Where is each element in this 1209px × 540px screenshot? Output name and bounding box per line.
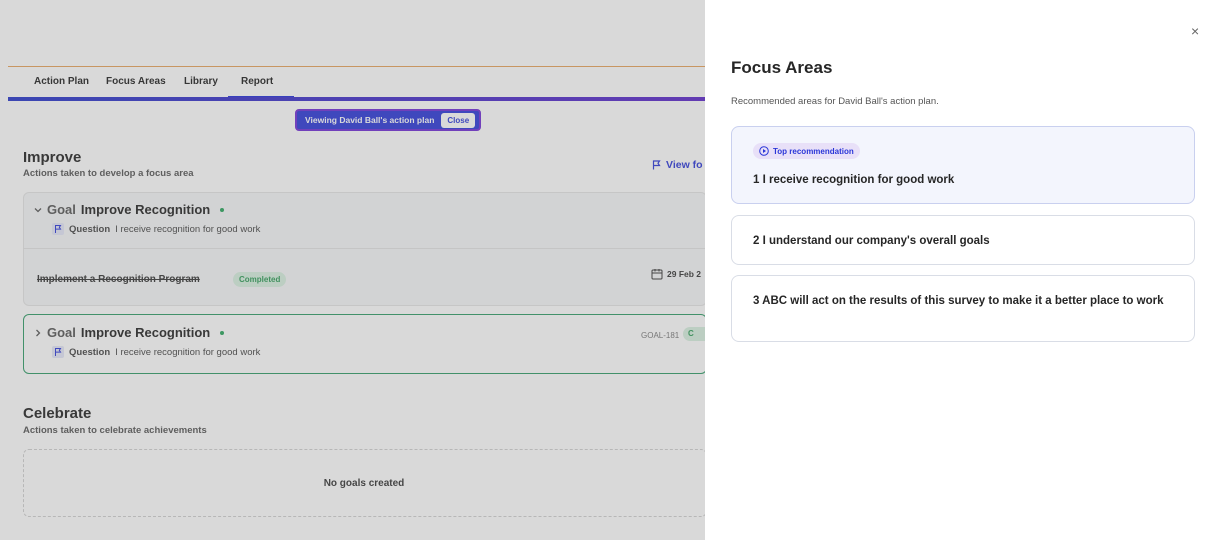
due-date-text: 29 Feb 2 bbox=[667, 269, 702, 279]
viewing-banner-text: Viewing David Ball's action plan bbox=[305, 115, 435, 125]
top-badge-label: Top recommendation bbox=[773, 146, 854, 156]
bottom-edge bbox=[0, 532, 705, 540]
view-link-label: View fo bbox=[666, 159, 703, 171]
improve-title: Improve bbox=[23, 149, 82, 166]
action-title[interactable]: Implement a Recognition Program bbox=[37, 274, 200, 285]
header-accent-bar bbox=[8, 97, 705, 101]
status-dot bbox=[220, 330, 225, 335]
tab-focus-areas[interactable]: Focus Areas bbox=[106, 76, 166, 87]
drawer-subtitle: Recommended areas for David Ball's actio… bbox=[731, 96, 939, 107]
status-dot bbox=[220, 207, 225, 212]
question-text: I receive recognition for good work bbox=[115, 346, 261, 358]
goal-question: Question I receive recognition for good … bbox=[52, 346, 260, 358]
divider bbox=[23, 248, 705, 249]
banner-close-button[interactable]: Close bbox=[441, 112, 476, 128]
status-badge: C bbox=[683, 327, 705, 341]
goal-id: GOAL-181 bbox=[641, 331, 680, 340]
drawer-title: Focus Areas bbox=[731, 58, 833, 77]
app-header bbox=[8, 8, 705, 67]
tab-bar: Action Plan Focus Areas Library Report bbox=[8, 67, 705, 99]
empty-goals-text: No goals created bbox=[323, 478, 405, 489]
question-text: I receive recognition for good work bbox=[115, 223, 261, 235]
left-edge bbox=[0, 0, 8, 540]
goal-name: Improve Recognition bbox=[80, 325, 211, 340]
flag-icon bbox=[652, 160, 661, 170]
chevron-right-icon bbox=[36, 329, 41, 336]
status-badge: Completed bbox=[233, 272, 287, 287]
goal-card[interactable] bbox=[23, 314, 707, 374]
question-label: Question bbox=[69, 223, 111, 235]
focus-area-label: 3 ABC will act on the results of this su… bbox=[753, 295, 1164, 307]
tab-action-plan[interactable]: Action Plan bbox=[34, 76, 89, 87]
focus-area-label: 1 I receive recognition for good work bbox=[753, 174, 955, 186]
view-focus-areas-link[interactable]: View fo bbox=[652, 159, 703, 171]
tab-library[interactable]: Library bbox=[184, 76, 218, 87]
goal-header[interactable]: Goal Improve Recognition bbox=[34, 202, 225, 217]
chevron-down-icon bbox=[34, 207, 42, 212]
viewing-banner: Viewing David Ball's action plan Close bbox=[295, 109, 482, 131]
flag-icon bbox=[52, 223, 64, 235]
goal-header[interactable]: Goal Improve Recognition bbox=[34, 325, 225, 340]
due-date: 29 Feb 2 bbox=[651, 268, 701, 280]
top-recommendation-badge: Top recommendation bbox=[753, 143, 860, 159]
close-icon[interactable]: × bbox=[1191, 24, 1199, 38]
flag-icon bbox=[52, 346, 64, 358]
focus-areas-drawer bbox=[705, 0, 1209, 540]
celebrate-subtitle: Actions taken to celebrate achievements bbox=[23, 425, 207, 436]
focus-area-card[interactable]: 3 ABC will act on the results of this su… bbox=[731, 275, 1195, 342]
goal-label: Goal bbox=[47, 325, 76, 340]
tab-report[interactable]: Report bbox=[241, 76, 273, 87]
focus-area-card[interactable]: 2 I understand our company's overall goa… bbox=[731, 215, 1195, 265]
play-circle-icon bbox=[759, 146, 769, 156]
goal-question: Question I receive recognition for good … bbox=[52, 223, 260, 235]
calendar-icon bbox=[651, 269, 663, 280]
focus-area-label: 2 I understand our company's overall goa… bbox=[753, 235, 990, 247]
goal-label: Goal bbox=[47, 202, 76, 217]
question-label: Question bbox=[69, 346, 111, 358]
celebrate-title: Celebrate bbox=[23, 405, 92, 422]
goal-name: Improve Recognition bbox=[80, 202, 211, 217]
improve-subtitle: Actions taken to develop a focus area bbox=[23, 168, 194, 179]
focus-area-card[interactable]: Top recommendation 1 I receive recogniti… bbox=[731, 126, 1195, 204]
